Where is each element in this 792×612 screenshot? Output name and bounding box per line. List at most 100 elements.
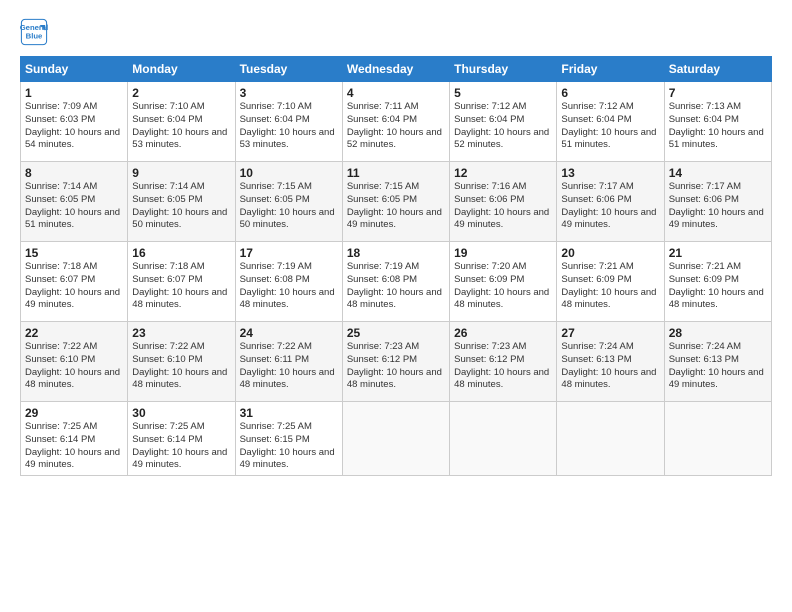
day-number: 6 bbox=[561, 86, 659, 100]
day-info: Sunrise: 7:25 AM Sunset: 6:14 PM Dayligh… bbox=[132, 421, 230, 472]
sunset: Sunset: 6:06 PM bbox=[669, 194, 739, 205]
day-number: 26 bbox=[454, 326, 552, 340]
calendar-cell: 21 Sunrise: 7:21 AM Sunset: 6:09 PM Dayl… bbox=[664, 242, 771, 322]
day-info: Sunrise: 7:22 AM Sunset: 6:10 PM Dayligh… bbox=[25, 341, 123, 392]
sunrise: Sunrise: 7:10 AM bbox=[240, 101, 312, 112]
calendar-cell: 9 Sunrise: 7:14 AM Sunset: 6:05 PM Dayli… bbox=[128, 162, 235, 242]
calendar-cell: 30 Sunrise: 7:25 AM Sunset: 6:14 PM Dayl… bbox=[128, 402, 235, 476]
day-number: 25 bbox=[347, 326, 445, 340]
daylight: Daylight: 10 hours and 52 minutes. bbox=[454, 127, 549, 151]
calendar-cell: 7 Sunrise: 7:13 AM Sunset: 6:04 PM Dayli… bbox=[664, 82, 771, 162]
day-number: 20 bbox=[561, 246, 659, 260]
sunrise: Sunrise: 7:21 AM bbox=[669, 261, 741, 272]
daylight: Daylight: 10 hours and 51 minutes. bbox=[25, 207, 120, 231]
day-info: Sunrise: 7:18 AM Sunset: 6:07 PM Dayligh… bbox=[132, 261, 230, 312]
daylight: Daylight: 10 hours and 49 minutes. bbox=[240, 447, 335, 471]
sunset: Sunset: 6:15 PM bbox=[240, 434, 310, 445]
daylight: Daylight: 10 hours and 49 minutes. bbox=[25, 287, 120, 311]
sunrise: Sunrise: 7:15 AM bbox=[347, 181, 419, 192]
sunset: Sunset: 6:10 PM bbox=[132, 354, 202, 365]
day-info: Sunrise: 7:14 AM Sunset: 6:05 PM Dayligh… bbox=[25, 181, 123, 232]
weekday-header-row: SundayMondayTuesdayWednesdayThursdayFrid… bbox=[21, 57, 772, 82]
sunrise: Sunrise: 7:13 AM bbox=[669, 101, 741, 112]
day-number: 9 bbox=[132, 166, 230, 180]
day-number: 16 bbox=[132, 246, 230, 260]
daylight: Daylight: 10 hours and 48 minutes. bbox=[561, 287, 656, 311]
day-info: Sunrise: 7:17 AM Sunset: 6:06 PM Dayligh… bbox=[669, 181, 767, 232]
day-info: Sunrise: 7:19 AM Sunset: 6:08 PM Dayligh… bbox=[240, 261, 338, 312]
day-number: 10 bbox=[240, 166, 338, 180]
calendar-cell: 12 Sunrise: 7:16 AM Sunset: 6:06 PM Dayl… bbox=[450, 162, 557, 242]
calendar-cell: 1 Sunrise: 7:09 AM Sunset: 6:03 PM Dayli… bbox=[21, 82, 128, 162]
sunrise: Sunrise: 7:21 AM bbox=[561, 261, 633, 272]
day-info: Sunrise: 7:18 AM Sunset: 6:07 PM Dayligh… bbox=[25, 261, 123, 312]
day-info: Sunrise: 7:09 AM Sunset: 6:03 PM Dayligh… bbox=[25, 101, 123, 152]
sunset: Sunset: 6:08 PM bbox=[240, 274, 310, 285]
sunrise: Sunrise: 7:11 AM bbox=[347, 101, 419, 112]
calendar-cell: 17 Sunrise: 7:19 AM Sunset: 6:08 PM Dayl… bbox=[235, 242, 342, 322]
day-number: 29 bbox=[25, 406, 123, 420]
sunrise: Sunrise: 7:22 AM bbox=[240, 341, 312, 352]
sunset: Sunset: 6:03 PM bbox=[25, 114, 95, 125]
weekday-tuesday: Tuesday bbox=[235, 57, 342, 82]
day-number: 23 bbox=[132, 326, 230, 340]
day-info: Sunrise: 7:11 AM Sunset: 6:04 PM Dayligh… bbox=[347, 101, 445, 152]
daylight: Daylight: 10 hours and 52 minutes. bbox=[347, 127, 442, 151]
day-number: 31 bbox=[240, 406, 338, 420]
sunrise: Sunrise: 7:12 AM bbox=[454, 101, 526, 112]
calendar-cell: 4 Sunrise: 7:11 AM Sunset: 6:04 PM Dayli… bbox=[342, 82, 449, 162]
sunrise: Sunrise: 7:25 AM bbox=[132, 421, 204, 432]
daylight: Daylight: 10 hours and 48 minutes. bbox=[240, 287, 335, 311]
sunrise: Sunrise: 7:17 AM bbox=[561, 181, 633, 192]
sunset: Sunset: 6:12 PM bbox=[454, 354, 524, 365]
calendar-cell: 23 Sunrise: 7:22 AM Sunset: 6:10 PM Dayl… bbox=[128, 322, 235, 402]
daylight: Daylight: 10 hours and 53 minutes. bbox=[240, 127, 335, 151]
daylight: Daylight: 10 hours and 48 minutes. bbox=[240, 367, 335, 391]
svg-text:Blue: Blue bbox=[26, 31, 43, 40]
day-info: Sunrise: 7:21 AM Sunset: 6:09 PM Dayligh… bbox=[669, 261, 767, 312]
daylight: Daylight: 10 hours and 51 minutes. bbox=[561, 127, 656, 151]
daylight: Daylight: 10 hours and 50 minutes. bbox=[240, 207, 335, 231]
daylight: Daylight: 10 hours and 48 minutes. bbox=[347, 367, 442, 391]
sunset: Sunset: 6:06 PM bbox=[561, 194, 631, 205]
calendar-cell: 15 Sunrise: 7:18 AM Sunset: 6:07 PM Dayl… bbox=[21, 242, 128, 322]
calendar-cell: 28 Sunrise: 7:24 AM Sunset: 6:13 PM Dayl… bbox=[664, 322, 771, 402]
day-number: 8 bbox=[25, 166, 123, 180]
sunrise: Sunrise: 7:25 AM bbox=[240, 421, 312, 432]
calendar-cell: 22 Sunrise: 7:22 AM Sunset: 6:10 PM Dayl… bbox=[21, 322, 128, 402]
day-info: Sunrise: 7:14 AM Sunset: 6:05 PM Dayligh… bbox=[132, 181, 230, 232]
sunrise: Sunrise: 7:19 AM bbox=[240, 261, 312, 272]
day-info: Sunrise: 7:12 AM Sunset: 6:04 PM Dayligh… bbox=[454, 101, 552, 152]
calendar-cell bbox=[450, 402, 557, 476]
sunset: Sunset: 6:09 PM bbox=[669, 274, 739, 285]
sunset: Sunset: 6:05 PM bbox=[25, 194, 95, 205]
calendar-cell: 27 Sunrise: 7:24 AM Sunset: 6:13 PM Dayl… bbox=[557, 322, 664, 402]
day-info: Sunrise: 7:13 AM Sunset: 6:04 PM Dayligh… bbox=[669, 101, 767, 152]
daylight: Daylight: 10 hours and 48 minutes. bbox=[25, 367, 120, 391]
sunset: Sunset: 6:14 PM bbox=[132, 434, 202, 445]
daylight: Daylight: 10 hours and 49 minutes. bbox=[454, 207, 549, 231]
sunrise: Sunrise: 7:19 AM bbox=[347, 261, 419, 272]
sunset: Sunset: 6:07 PM bbox=[25, 274, 95, 285]
calendar-cell: 20 Sunrise: 7:21 AM Sunset: 6:09 PM Dayl… bbox=[557, 242, 664, 322]
sunset: Sunset: 6:07 PM bbox=[132, 274, 202, 285]
weekday-sunday: Sunday bbox=[21, 57, 128, 82]
sunrise: Sunrise: 7:10 AM bbox=[132, 101, 204, 112]
weekday-wednesday: Wednesday bbox=[342, 57, 449, 82]
day-number: 28 bbox=[669, 326, 767, 340]
calendar-cell: 3 Sunrise: 7:10 AM Sunset: 6:04 PM Dayli… bbox=[235, 82, 342, 162]
sunrise: Sunrise: 7:24 AM bbox=[561, 341, 633, 352]
day-number: 3 bbox=[240, 86, 338, 100]
day-number: 4 bbox=[347, 86, 445, 100]
calendar-cell: 8 Sunrise: 7:14 AM Sunset: 6:05 PM Dayli… bbox=[21, 162, 128, 242]
day-number: 7 bbox=[669, 86, 767, 100]
sunrise: Sunrise: 7:14 AM bbox=[132, 181, 204, 192]
day-number: 24 bbox=[240, 326, 338, 340]
day-number: 12 bbox=[454, 166, 552, 180]
day-number: 27 bbox=[561, 326, 659, 340]
weekday-friday: Friday bbox=[557, 57, 664, 82]
weekday-monday: Monday bbox=[128, 57, 235, 82]
daylight: Daylight: 10 hours and 49 minutes. bbox=[347, 207, 442, 231]
calendar-cell: 6 Sunrise: 7:12 AM Sunset: 6:04 PM Dayli… bbox=[557, 82, 664, 162]
calendar-cell: 5 Sunrise: 7:12 AM Sunset: 6:04 PM Dayli… bbox=[450, 82, 557, 162]
